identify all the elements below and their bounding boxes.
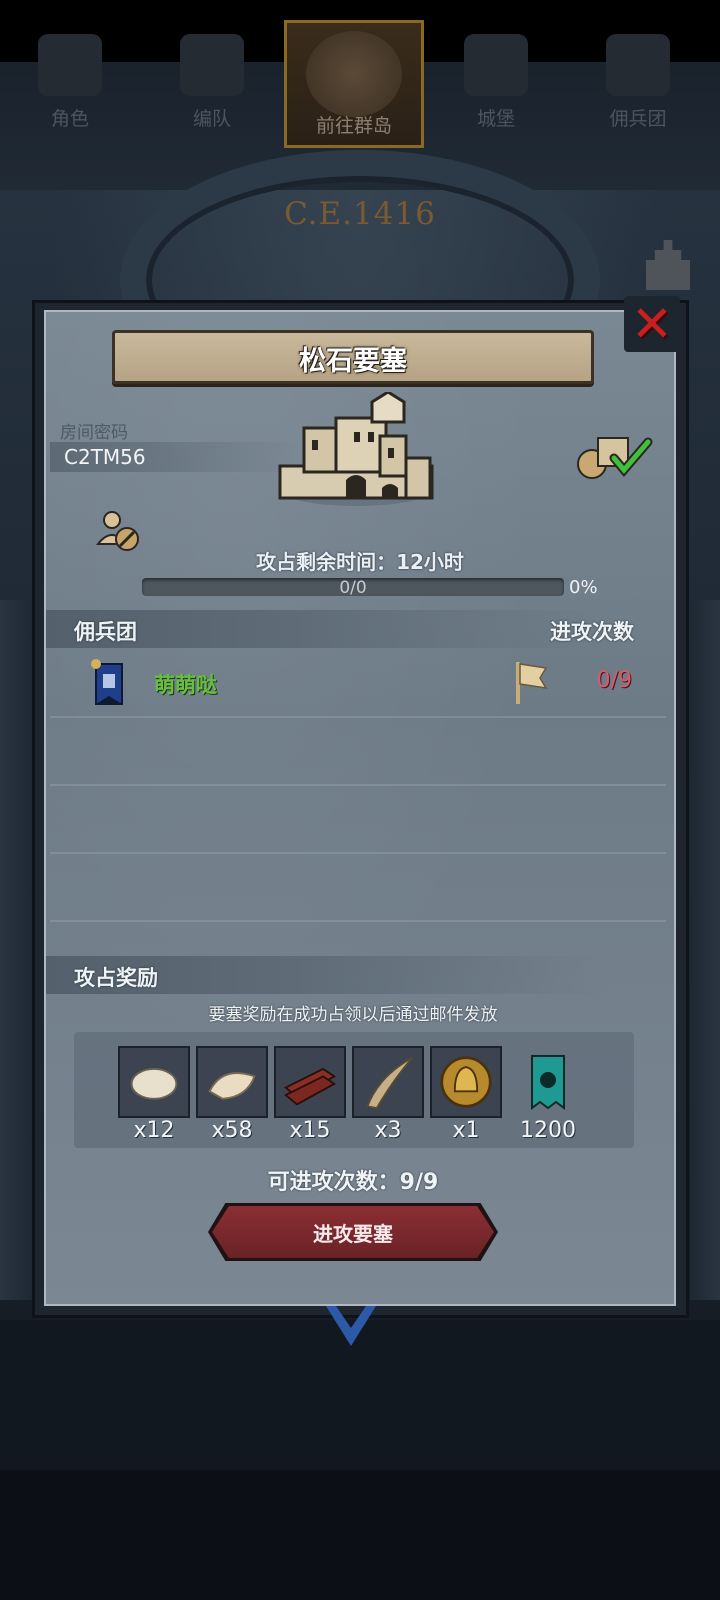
compass-icon [306, 31, 402, 117]
mercenary-header: 佣兵团 进攻次数 [46, 610, 666, 648]
page-title: 松石要塞 [299, 346, 407, 377]
reward-quantity: x3 [374, 1118, 402, 1143]
tab-formation[interactable]: 编队 [142, 20, 282, 140]
reward-quantity: x15 [289, 1118, 331, 1143]
table-row-empty [50, 718, 666, 786]
table-row-empty [50, 854, 666, 922]
reward-quantity: x58 [211, 1118, 253, 1143]
reward-quantity: x12 [133, 1118, 175, 1143]
attack-fortress-label[interactable]: 进攻要塞 [212, 1218, 494, 1247]
capture-progress-percent: 0% [569, 577, 598, 598]
reward-quantity: x1 [452, 1118, 480, 1143]
reward-header: 攻占奖励 [46, 956, 666, 994]
character-icon [38, 34, 102, 96]
tab-mercenary[interactable]: 佣兵团 [568, 20, 708, 140]
castle-icon [464, 34, 528, 96]
bottom-area [0, 1470, 720, 1600]
delivery-check-icon [577, 437, 653, 479]
attack-count: 0/9 [596, 668, 632, 693]
tab-archipelago[interactable]: 前往群岛 [284, 20, 424, 148]
mercenary-icon [606, 34, 670, 96]
guild-banner-icon [91, 659, 123, 705]
bottom-nav [0, 1320, 720, 1470]
era-label: C.E.1416 [284, 196, 436, 232]
table-row-empty [50, 786, 666, 854]
fortress-icon [278, 392, 434, 506]
reward-wood-planks-icon[interactable] [274, 1046, 346, 1118]
tab-label: 城堡 [476, 108, 515, 130]
room-code-label: 房间密码 [60, 423, 128, 443]
tab-label: 前往群岛 [315, 115, 392, 137]
tab-character[interactable]: 角色 [0, 20, 140, 140]
time-remaining: 攻占剩余时间：12小时 [256, 550, 464, 574]
tab-label: 佣兵团 [609, 108, 667, 130]
reward-note: 要塞奖励在成功占领以后通过邮件发放 [208, 1005, 498, 1025]
reward-pelt-icon[interactable] [196, 1046, 268, 1118]
mercenary-column-header: 佣兵团 [74, 620, 137, 644]
table-row[interactable]: 萌萌哒 0/9 [50, 650, 666, 718]
reward-knight-medal-icon[interactable] [430, 1046, 502, 1118]
reward-white-fur-icon[interactable] [118, 1046, 190, 1118]
helmet-icon [180, 34, 244, 96]
guild-name[interactable]: 萌萌哒 [154, 669, 217, 699]
close-button[interactable]: ✕ [624, 296, 680, 352]
reward-quantity: 1200 [520, 1118, 576, 1143]
capture-progress-text: 0/0 [339, 578, 367, 598]
title-banner: 松石要塞 [112, 330, 594, 384]
reward-guild-banner-icon[interactable] [512, 1046, 584, 1118]
reward-title: 攻占奖励 [74, 966, 158, 990]
reward-horn-icon[interactable] [352, 1046, 424, 1118]
tab-castle[interactable]: 城堡 [426, 20, 566, 140]
attack-count-column-header: 进攻次数 [550, 620, 634, 644]
close-icon: ✕ [631, 295, 673, 353]
tab-label: 编队 [192, 108, 231, 130]
flag-icon [516, 662, 548, 704]
tab-label: 角色 [50, 108, 89, 130]
attacks-available: 可进攻次数：9/9 [267, 1170, 439, 1195]
room-code[interactable]: C2TM56 [64, 445, 146, 469]
